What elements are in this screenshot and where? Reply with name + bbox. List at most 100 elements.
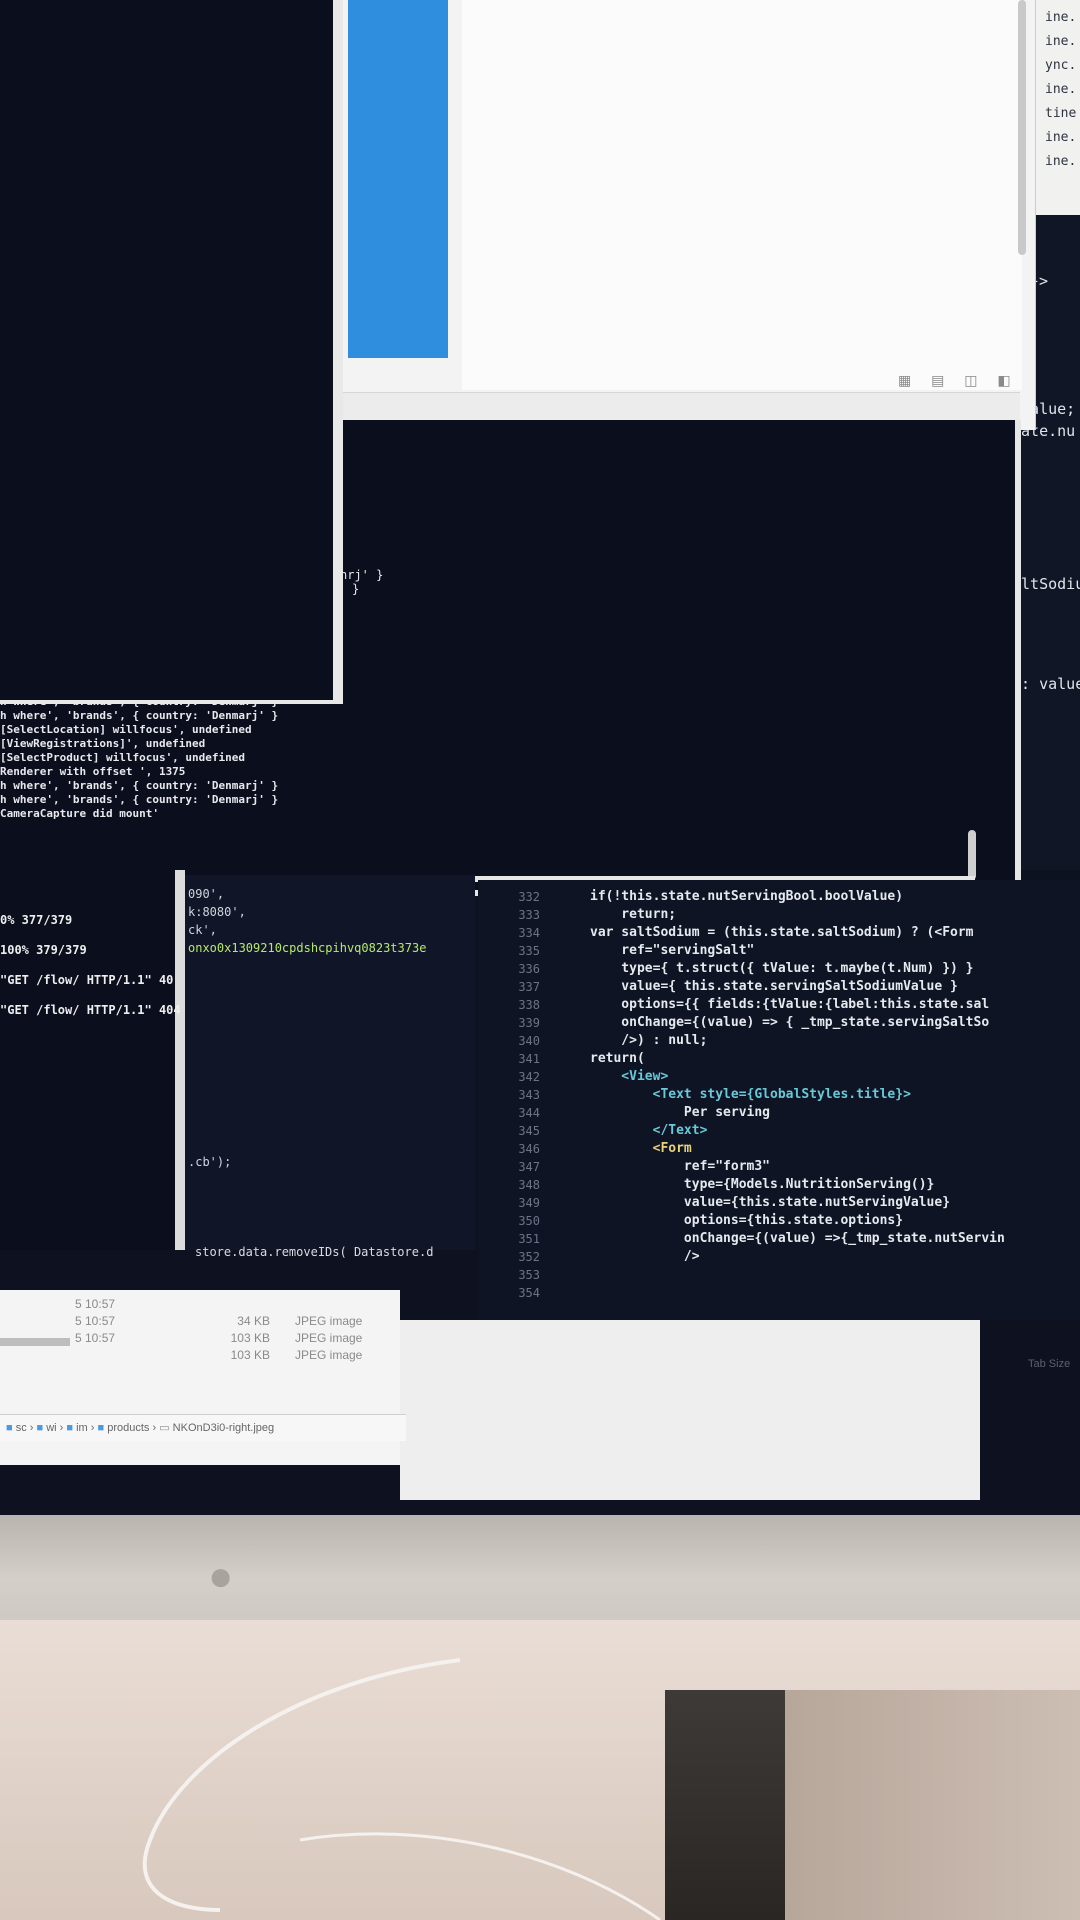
line-number: 335 bbox=[518, 944, 540, 958]
file-row[interactable]: 5 10:57 bbox=[75, 1296, 395, 1313]
terminal-line: } bbox=[352, 582, 360, 596]
editor-line: ine. bbox=[1045, 154, 1077, 169]
grid-view-icon[interactable]: ▦ bbox=[898, 372, 919, 388]
terminal-line: 100% 379/379 bbox=[0, 943, 87, 957]
line-number: 346 bbox=[518, 1142, 540, 1156]
file-date: 5 10:57 bbox=[75, 1314, 116, 1328]
line-number: 333 bbox=[518, 908, 540, 922]
back-terminal-top-lines: nrj' } } bbox=[340, 568, 383, 596]
code-line: ref="form3" bbox=[590, 1159, 771, 1174]
terminal-line: "GET /flow/ HTTP/1.1" 404 bbox=[0, 1003, 181, 1017]
line-number: 348 bbox=[518, 1178, 540, 1192]
code-line: options={this.state.options} bbox=[590, 1213, 904, 1228]
log-line: Renderer with offset ', 1375 bbox=[0, 765, 186, 778]
line-number: 338 bbox=[518, 998, 540, 1012]
line-number: 353 bbox=[518, 1268, 540, 1282]
line-number: 336 bbox=[518, 962, 540, 976]
file-size: 103 KB bbox=[230, 1331, 270, 1345]
tab-size-label[interactable]: Tab Size bbox=[1028, 1358, 1070, 1370]
finder-file-rows: 5 10:57 5 10:57 34 KB JPEG image 5 10:57 10… bbox=[75, 1296, 395, 1364]
top-right-editor-lines: ine. ine. ync. ine. tine ine. ine. bbox=[1045, 6, 1076, 174]
code-line: <Form bbox=[590, 1141, 692, 1156]
code-line: var saltSodium = (this.state.saltSodium)… bbox=[590, 925, 974, 940]
path-segment[interactable]: products bbox=[107, 1415, 149, 1441]
code-line: </Text> bbox=[590, 1123, 708, 1138]
front-terminal-window bbox=[0, 0, 343, 704]
code-line: onxo0x1309210cpdshcpihvq0823t373e bbox=[188, 941, 427, 955]
editor-line: ync. bbox=[1045, 58, 1077, 73]
code-line: return( bbox=[590, 1051, 645, 1066]
path-segment[interactable]: im bbox=[76, 1415, 88, 1441]
middle-pane-bottom-line: store.data.removeIDs( Datastore.d bbox=[195, 1245, 434, 1259]
folder-icon: ■ bbox=[66, 1422, 74, 1434]
editor-line: ine. bbox=[1045, 82, 1077, 97]
line-number: 352 bbox=[518, 1250, 540, 1264]
code-line: onChange={(value) =>{_tmp_state.nutServi… bbox=[590, 1231, 1005, 1246]
file-date: 5 10:57 bbox=[75, 1331, 116, 1345]
code-line: onChange={(value) => { _tmp_state.servin… bbox=[590, 1015, 990, 1030]
left-terminal-lines: 0% 377/379 100% 379/379 "GET /flow/ HTTP… bbox=[0, 905, 181, 1025]
code-line: <Text style={GlobalStyles.title}> bbox=[590, 1087, 911, 1102]
code-fragment: m: value bbox=[1012, 675, 1080, 693]
log-line: CameraCapture did mount' bbox=[0, 807, 159, 820]
log-line: h where', 'brands', { country: 'Denmarj'… bbox=[0, 793, 279, 806]
code-line: ck', bbox=[188, 923, 217, 937]
editor-line: ine. bbox=[1045, 34, 1077, 49]
line-number: 337 bbox=[518, 980, 540, 994]
folder-icon: ■ bbox=[6, 1422, 13, 1434]
terminal-line: 0% 377/379 bbox=[0, 913, 73, 927]
code-line: value={this.state.nutServingValue} bbox=[590, 1195, 951, 1210]
file-icon: ▭ bbox=[159, 1422, 170, 1434]
finder-progress bbox=[0, 1338, 70, 1346]
editor-line: tine bbox=[1045, 106, 1077, 121]
log-line: [SelectProduct] willfocus', undefined bbox=[0, 751, 246, 764]
line-number: 345 bbox=[518, 1124, 540, 1138]
cable-path bbox=[142, 1658, 461, 1912]
code-line: 090', bbox=[188, 887, 225, 901]
line-number: 344 bbox=[518, 1106, 540, 1120]
path-segment[interactable]: sc bbox=[16, 1415, 27, 1441]
terminal-line: nrj' } bbox=[340, 568, 384, 582]
line-number: 339 bbox=[518, 1016, 540, 1030]
finder-scrollbar[interactable] bbox=[1018, 0, 1026, 255]
finder-path-bar: ■ sc › ■ wi › ■ im › ■ products › ▭ NKOn… bbox=[0, 1414, 406, 1441]
list-view-icon[interactable]: ▤ bbox=[931, 372, 952, 388]
file-size: 34 KB bbox=[237, 1314, 270, 1328]
line-number: 332 bbox=[518, 890, 540, 904]
code-editor-code[interactable]: if(!this.state.nutServingBool.boolValue)… bbox=[590, 888, 1080, 1266]
code-line: Per serving bbox=[590, 1105, 771, 1120]
log-line: h where', 'brands', { country: 'Denmarj'… bbox=[0, 779, 279, 792]
code-editor-line-numbers: 332 333 334 335 336 337 338 339 340 341 342 343 344 3… bbox=[500, 888, 540, 1302]
code-line: type={ t.struct({ tValue: t.maybe(t.Num)… bbox=[590, 961, 974, 976]
file-row[interactable]: 5 10:57 34 KB JPEG image bbox=[75, 1313, 395, 1330]
file-date: 5 10:57 bbox=[75, 1297, 116, 1311]
cable-path bbox=[299, 1832, 661, 1920]
line-number: 354 bbox=[518, 1286, 540, 1300]
column-view-icon[interactable]: ◫ bbox=[964, 372, 985, 388]
code-line: />) : null; bbox=[590, 1033, 708, 1048]
finder-sidebar-selection[interactable] bbox=[348, 0, 448, 358]
file-row[interactable]: 103 KB JPEG image bbox=[75, 1347, 395, 1364]
code-line: ref="servingSalt" bbox=[590, 943, 755, 958]
line-number: 334 bbox=[518, 926, 540, 940]
code-line: /> bbox=[590, 1249, 700, 1264]
log-line: h where', 'brands', { country: 'Denmarj'… bbox=[0, 709, 279, 722]
middle-pane-cb-line: .cb'); bbox=[188, 1155, 232, 1169]
path-segment[interactable]: NKOnD3i0-right.jpeg bbox=[173, 1415, 275, 1441]
log-line: [ViewRegistrations]', undefined bbox=[0, 737, 206, 750]
folder-icon: ■ bbox=[97, 1422, 105, 1434]
path-segment[interactable]: wi bbox=[46, 1415, 56, 1441]
line-number: 350 bbox=[518, 1214, 540, 1228]
terminal-line: "GET /flow/ HTTP/1.1" 40 bbox=[0, 973, 174, 987]
code-fragment: altSodiu bbox=[1012, 575, 1080, 593]
finder-content-area bbox=[462, 0, 1022, 390]
file-kind: JPEG image bbox=[295, 1331, 363, 1345]
code-line: k:8080', bbox=[188, 905, 246, 919]
line-number: 343 bbox=[518, 1088, 540, 1102]
code-line: <View> bbox=[590, 1069, 669, 1084]
editor-line: ine. bbox=[1045, 130, 1077, 145]
file-row[interactable]: 5 10:57 103 KB JPEG image bbox=[75, 1330, 395, 1347]
code-line: return; bbox=[590, 907, 677, 922]
coverflow-view-icon[interactable]: ◧ bbox=[997, 372, 1018, 388]
line-number: 341 bbox=[518, 1052, 540, 1066]
